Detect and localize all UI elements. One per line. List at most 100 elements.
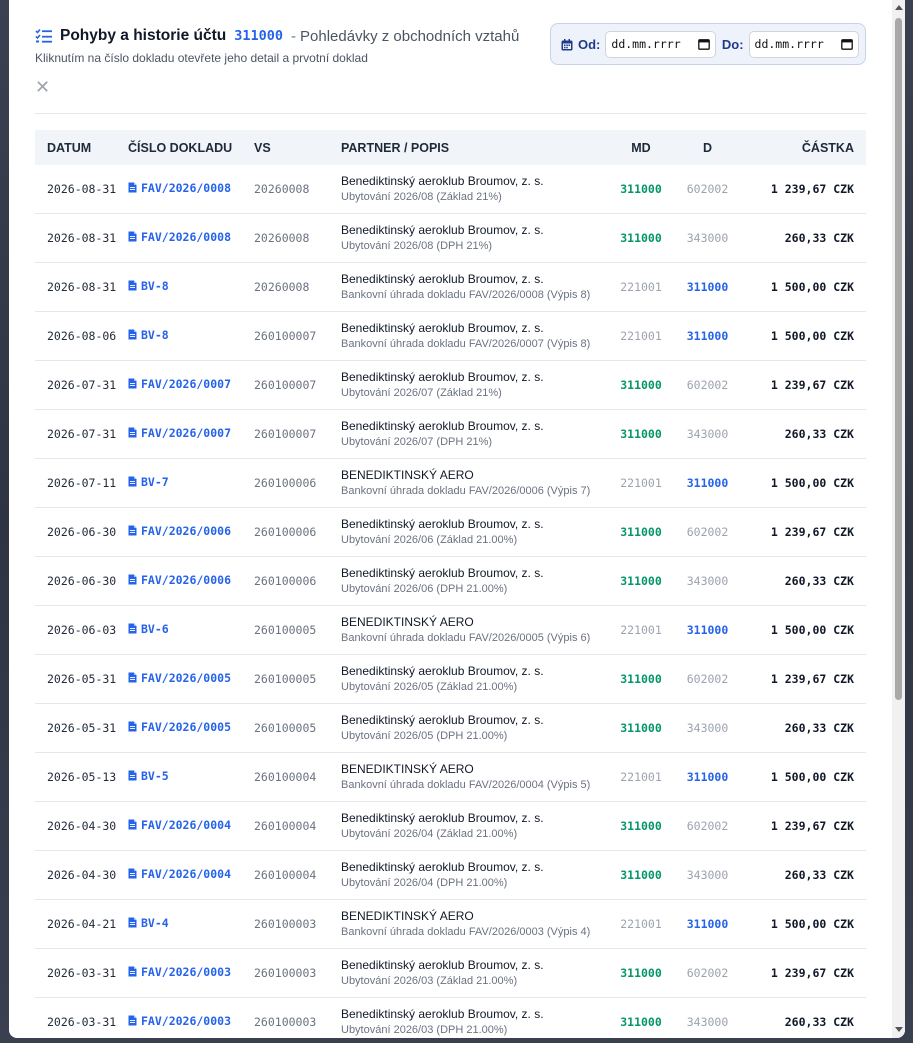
partner-name: Benediktinský aeroklub Broumov, z. s. [341, 713, 544, 727]
doc-number[interactable]: FAV/2026/0008 [141, 230, 231, 244]
row-doc-cell: BV-6 [128, 621, 254, 639]
doc-number[interactable]: FAV/2026/0006 [141, 524, 231, 538]
close-icon[interactable]: ✕ [35, 77, 50, 97]
date-to-input[interactable]: dd.mm.rrrr [748, 30, 859, 58]
date-picker-icon[interactable] [698, 38, 710, 50]
row-partner-cell: BENEDIKTINSKÝ AERO Bankovní úhrada doklad… [341, 468, 601, 498]
row-date: 2026-04-21 [47, 917, 117, 931]
file-icon[interactable] [128, 182, 137, 193]
partner-description: Ubytování 2026/03 (Základ 21.00%) [341, 975, 518, 987]
doc-number[interactable]: FAV/2026/0005 [141, 720, 231, 734]
row-md-account: 221001 [620, 623, 662, 637]
row-amount: 1 239,67 CZK [770, 819, 854, 833]
file-icon[interactable] [128, 1015, 137, 1026]
row-date: 2026-07-31 [47, 427, 117, 441]
row-d-account: 602002 [686, 182, 729, 196]
doc-number[interactable]: FAV/2026/0007 [141, 426, 231, 440]
file-icon[interactable] [128, 917, 137, 928]
doc-link[interactable]: FAV/2026/0007 [128, 377, 231, 391]
doc-link[interactable]: FAV/2026/0008 [128, 181, 231, 195]
row-vs: 260100006 [254, 476, 317, 490]
doc-number[interactable]: FAV/2026/0004 [141, 867, 231, 881]
scrollbar-thumb[interactable] [895, 18, 902, 700]
doc-number[interactable]: BV-4 [141, 916, 169, 930]
file-icon[interactable] [128, 770, 137, 781]
doc-link[interactable]: FAV/2026/0006 [128, 524, 231, 538]
row-partner-cell: Benediktinský aeroklub Broumov, z. s. Uby… [341, 664, 601, 694]
row-date: 2026-03-31 [47, 966, 117, 980]
scrollbar[interactable] [892, 0, 905, 1038]
file-icon[interactable] [128, 672, 137, 683]
col-header-d: D [702, 140, 713, 155]
col-header-amount: ČÁSTKA [801, 140, 854, 155]
partner-name: Benediktinský aeroklub Broumov, z. s. [341, 566, 544, 580]
row-d-account: 602002 [686, 819, 729, 833]
file-icon[interactable] [128, 574, 137, 585]
row-md-account: 221001 [620, 476, 662, 490]
row-amount: 260,33 CZK [784, 574, 854, 588]
row-partner-cell: Benediktinský aeroklub Broumov, z. s. Uby… [341, 223, 601, 253]
file-icon[interactable] [128, 231, 137, 242]
doc-number[interactable]: FAV/2026/0005 [141, 671, 231, 685]
doc-number[interactable]: FAV/2026/0008 [141, 181, 231, 195]
file-icon[interactable] [128, 721, 137, 732]
table-row: 2026-07-11 BV-7 260100006 BENEDIKTINSKÝ AER… [35, 459, 866, 508]
table-row: 2026-04-21 BV-4 260100003 BENEDIKTINSKÝ AER… [35, 900, 866, 949]
account-name: Pohledávky z obchodních vztahů [300, 27, 520, 45]
file-icon[interactable] [128, 329, 137, 340]
doc-link[interactable]: BV-8 [128, 328, 169, 342]
calendar-icon [561, 38, 573, 51]
table-row: 2026-08-06 BV-8 260100007 Benediktinský aer… [35, 312, 866, 361]
doc-number[interactable]: BV-5 [141, 769, 169, 783]
doc-number[interactable]: FAV/2026/0006 [141, 573, 231, 587]
scroll-up-arrow-icon[interactable] [895, 5, 903, 10]
doc-number[interactable]: FAV/2026/0004 [141, 818, 231, 832]
doc-link[interactable]: BV-6 [128, 622, 169, 636]
file-icon[interactable] [128, 280, 137, 291]
scroll-down-arrow-icon[interactable] [895, 1027, 903, 1032]
doc-link[interactable]: BV-7 [128, 475, 169, 489]
partner-description: Ubytování 2026/05 (DPH 21.00%) [341, 730, 508, 742]
doc-link[interactable]: FAV/2026/0005 [128, 720, 231, 734]
row-amount: 1 500,00 CZK [770, 917, 854, 931]
doc-number[interactable]: FAV/2026/0003 [141, 1014, 231, 1028]
close-button[interactable]: ✕ [35, 77, 50, 97]
doc-link[interactable]: FAV/2026/0008 [128, 230, 231, 244]
file-icon[interactable] [128, 476, 137, 487]
row-doc-cell: FAV/2026/0007 [128, 376, 254, 394]
row-vs: 20260008 [254, 231, 310, 245]
doc-number[interactable]: FAV/2026/0003 [141, 965, 231, 979]
doc-number[interactable]: BV-8 [141, 279, 169, 293]
doc-link[interactable]: FAV/2026/0003 [128, 1014, 231, 1028]
doc-link[interactable]: BV-5 [128, 769, 169, 783]
row-partner-cell: Benediktinský aeroklub Broumov, z. s. Uby… [341, 419, 601, 449]
date-from-input[interactable]: dd.mm.rrrr [605, 30, 716, 58]
row-d-account: 311000 [686, 917, 729, 931]
file-icon[interactable] [128, 868, 137, 879]
doc-link[interactable]: FAV/2026/0004 [128, 867, 231, 881]
row-d-account: 311000 [686, 329, 729, 343]
file-icon[interactable] [128, 966, 137, 977]
doc-link[interactable]: FAV/2026/0003 [128, 965, 231, 979]
doc-link[interactable]: FAV/2026/0007 [128, 426, 231, 440]
doc-link[interactable]: BV-8 [128, 279, 169, 293]
doc-link[interactable]: FAV/2026/0004 [128, 818, 231, 832]
doc-number[interactable]: BV-6 [141, 622, 169, 636]
file-icon[interactable] [128, 623, 137, 634]
date-picker-icon[interactable] [841, 38, 853, 50]
doc-number[interactable]: BV-8 [141, 328, 169, 342]
row-amount: 260,33 CZK [784, 1015, 854, 1029]
file-icon[interactable] [128, 427, 137, 438]
row-d-account: 343000 [686, 868, 729, 882]
doc-link[interactable]: FAV/2026/0006 [128, 573, 231, 587]
doc-link[interactable]: BV-4 [128, 916, 169, 930]
doc-number[interactable]: FAV/2026/0007 [141, 377, 231, 391]
doc-number[interactable]: BV-7 [141, 475, 169, 489]
file-icon[interactable] [128, 819, 137, 830]
file-icon[interactable] [128, 378, 137, 389]
doc-link[interactable]: FAV/2026/0005 [128, 671, 231, 685]
partner-description: Ubytování 2026/06 (DPH 21.00%) [341, 583, 508, 595]
table-row: 2026-06-03 BV-6 260100005 BENEDIKTINSKÝ AER… [35, 606, 866, 655]
file-icon[interactable] [128, 525, 137, 536]
row-date: 2026-06-30 [47, 525, 117, 539]
